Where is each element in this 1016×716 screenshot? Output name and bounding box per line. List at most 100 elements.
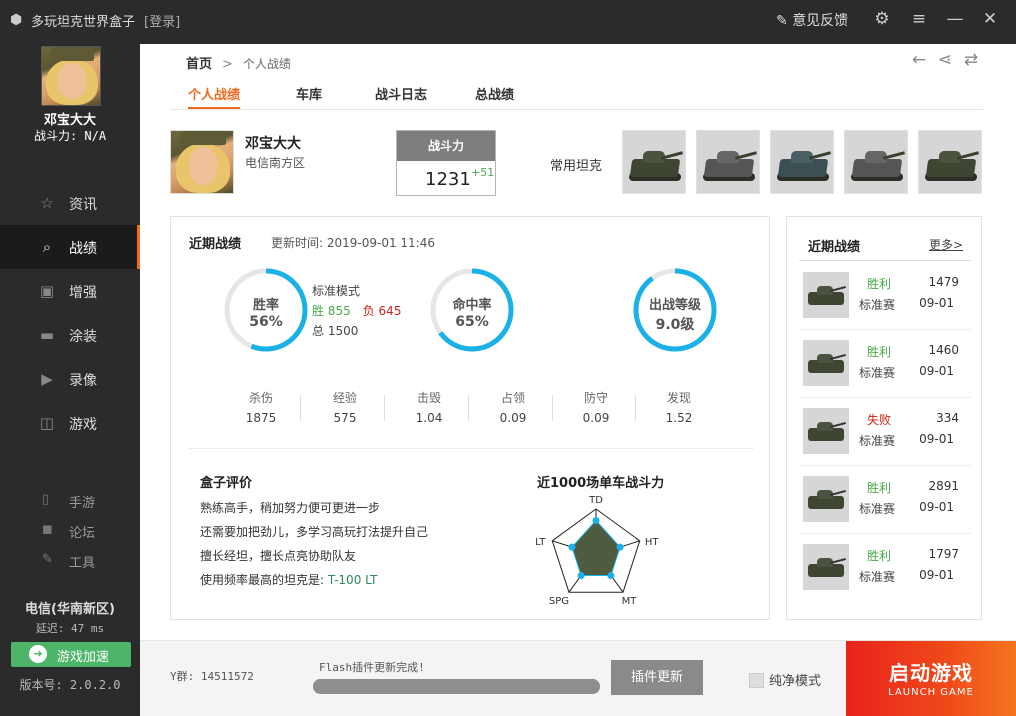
tab-total-stats[interactable]: 总战绩 [475, 84, 514, 108]
nav-item-enhance[interactable]: ▣ 增强 [0, 269, 140, 313]
plugin-update-button[interactable]: 插件更新 [611, 660, 703, 695]
tank-thumbnail [803, 544, 849, 590]
back-arrow-icon[interactable]: ← [906, 50, 932, 70]
pure-mode-label: 纯净模式 [769, 674, 822, 689]
share-icon[interactable]: ⋖ [932, 50, 958, 70]
battle-value: 334 [936, 411, 959, 425]
power-delta: +51 [471, 166, 495, 179]
radar-axis-label: MT [622, 596, 638, 607]
tank-thumbnail [803, 476, 849, 522]
metric-capture: 占领 0.09 [483, 389, 543, 425]
evaluation-title: 盒子评价 [200, 476, 253, 491]
recent-battle-row[interactable]: 胜利 标准赛 2891 09-01 [799, 466, 971, 534]
update-progress-bar [313, 679, 600, 694]
nav-item-paint[interactable]: ▬ 涂装 [0, 313, 140, 357]
breadcrumb-home[interactable]: 首页 [186, 57, 212, 72]
power-box: 战斗力 1231 +51 [396, 130, 496, 196]
recent-battle-row[interactable]: 胜利 标准赛 1460 09-01 [799, 330, 971, 398]
video-icon: ▶ [41, 370, 53, 388]
radar-point-mt [607, 571, 615, 579]
sub-item-tools[interactable]: ✎ 工具 [0, 549, 140, 573]
title-bar: ⬢ 多玩坦克世界盒子 [登录] ✎ 意见反馈 ⚙ ≡ — ✕ [0, 0, 1016, 44]
nav-label: 增强 [69, 285, 97, 301]
battle-value: 2891 [928, 479, 959, 493]
radar-point-spg [577, 571, 585, 579]
bottom-bar: Y群: 14511572 Flash插件更新完成! 插件更新 纯净模式 启动游戏… [140, 640, 1016, 716]
metric-label: 经验 [332, 391, 357, 405]
main-content: 首页 > 个人战绩 ← ⋖ ⇄ 个人战绩 车库 战斗日志 总战绩 邓宝大大 电信南方区 … [140, 44, 1016, 716]
metric-divider [552, 395, 553, 421]
sub-label: 论坛 [69, 526, 96, 541]
refresh-icon[interactable]: ⇄ [958, 50, 984, 70]
tab-garage[interactable]: 车库 [296, 84, 322, 108]
sub-item-mobile[interactable]: ▯ 手游 [0, 489, 140, 513]
feedback-button[interactable]: ✎ 意见反馈 [776, 10, 848, 30]
page-actions: ← ⋖ ⇄ [906, 50, 984, 70]
chat-icon: ◼ [42, 522, 53, 537]
recent-battle-row[interactable]: 失败 标准赛 334 09-01 [799, 398, 971, 466]
metric-value: 1.04 [415, 411, 443, 425]
launch-game-button[interactable]: 启动游戏 LAUNCH GAME [846, 641, 1016, 716]
profile-server: 电信南方区 [245, 156, 306, 170]
minimize-icon[interactable]: — [944, 9, 966, 29]
usual-tank-2[interactable] [696, 130, 760, 194]
phone-icon: ▯ [42, 492, 50, 507]
menu-icon[interactable]: ≡ [908, 9, 930, 29]
recent-battle-row[interactable]: 胜利 标准赛 1797 09-01 [799, 534, 971, 602]
tab-battle-log[interactable]: 战斗日志 [375, 84, 427, 108]
speed-up-button[interactable]: ➜ 游戏加速 [11, 642, 131, 667]
battle-mode: 标准赛 [859, 366, 896, 380]
battle-date: 09-01 [919, 364, 954, 378]
battle-date: 09-01 [919, 432, 954, 446]
app-title: 多玩坦克世界盒子 [31, 15, 136, 30]
breadcrumb: 首页 > 个人战绩 [186, 53, 291, 72]
usual-tank-5[interactable] [918, 130, 982, 194]
tab-personal-stats[interactable]: 个人战绩 [188, 84, 241, 109]
radar-axis-label: SPG [549, 596, 569, 607]
usual-tank-1[interactable] [622, 130, 686, 194]
power-label: 战斗力 [397, 131, 495, 161]
close-icon[interactable]: ✕ [979, 9, 1001, 29]
radar-point-td [592, 517, 600, 524]
progress-fill [313, 679, 600, 694]
metric-spotted: 发现 1.52 [649, 389, 709, 425]
latency-text: 延迟: 47 ms [35, 622, 105, 635]
favorite-tank[interactable]: T-100 LT [328, 573, 378, 587]
sub-label: 手游 [69, 496, 96, 511]
usual-tank-3[interactable] [770, 130, 834, 194]
metric-label: 击毁 [416, 391, 441, 405]
toolbox-icon: ▣ [39, 282, 55, 300]
profile-name: 邓宝大大 [245, 136, 301, 152]
win-rate-label: 胜率 [252, 298, 279, 313]
nav-item-stats[interactable]: ⌕ 战绩 [0, 225, 140, 269]
battle-mode: 标准赛 [859, 298, 896, 312]
breadcrumb-separator: > [222, 57, 233, 72]
recent-battle-row[interactable]: 胜利 标准赛 1479 09-01 [799, 262, 971, 330]
sub-label: 工具 [69, 556, 96, 571]
battle-result: 胜利 [867, 549, 892, 563]
more-link[interactable]: 更多> [929, 236, 963, 253]
nav-label: 录像 [69, 373, 97, 389]
evaluation-line: 熟练高手，稍加努力便可更进一步 [200, 501, 381, 515]
pure-mode-toggle[interactable]: 纯净模式 [749, 670, 821, 689]
avatar[interactable] [41, 46, 101, 106]
pure-mode-checkbox[interactable] [749, 673, 764, 688]
user-name: 邓宝大大 [43, 113, 96, 128]
metric-defense: 防守 0.09 [566, 389, 626, 425]
power-value: 1231 [425, 169, 471, 190]
sub-item-forum[interactable]: ◼ 论坛 [0, 519, 140, 543]
win-rate-ring: 胜率 56% [223, 267, 309, 353]
gear-icon[interactable]: ⚙ [871, 9, 893, 29]
metric-kills: 击毁 1.04 [399, 389, 459, 425]
nav-item-replay[interactable]: ▶ 录像 [0, 357, 140, 401]
login-link[interactable]: [登录] [144, 11, 180, 30]
server-name[interactable]: 电信(华南新区) [0, 598, 140, 617]
nav-item-games[interactable]: ◫ 游戏 [0, 401, 140, 445]
nav-item-news[interactable]: ☆ 资讯 [0, 181, 140, 225]
recent-stats-title: 近期战绩 [189, 237, 242, 252]
profile-avatar [170, 130, 234, 194]
radar-area [571, 519, 621, 576]
usual-tank-4[interactable] [844, 130, 908, 194]
breadcrumb-current: 个人战绩 [242, 57, 291, 71]
logo-icon: ⬢ [10, 12, 23, 28]
